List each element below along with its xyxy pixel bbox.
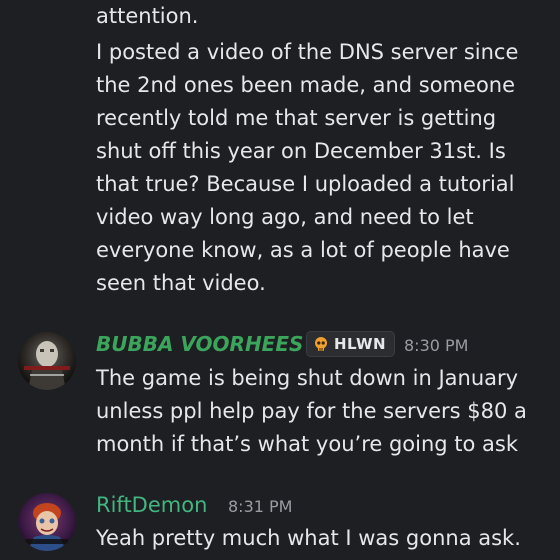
message-text-line: unless ppl help pay for the servers $80 … [96, 399, 527, 423]
timestamp: 8:31 PM [228, 497, 293, 516]
message-text-line: everyone know, as a lot of people have [96, 238, 510, 262]
message-text-line: attention. [96, 4, 199, 28]
user-avatar[interactable] [18, 332, 76, 390]
message-text-line: Yeah pretty much what I was gonna ask. [96, 526, 521, 550]
message-text-line: month if that’s what you’re going to ask [96, 432, 519, 456]
message-text-line: that true? Because I uploaded a tutorial [96, 172, 515, 196]
message-text-line: seen that video. [96, 271, 266, 295]
message-text-line: recently told me that server is getting [96, 106, 497, 130]
message-text-line: video way long ago, and need to let [96, 205, 474, 229]
tag-label: HLWN [334, 335, 387, 353]
message-text-line: The game is being shut down in January [96, 366, 519, 390]
message-text-line: shut off this year on December 31st. Is [96, 139, 506, 163]
chat-message-list: attention. I posted a video of the DNS s… [0, 0, 560, 560]
user-avatar[interactable] [18, 493, 76, 551]
timestamp: 8:30 PM [404, 336, 469, 355]
message-text-line: the 2nd ones been made, and someone [96, 73, 516, 97]
user-tag-badge[interactable]: HLWN [306, 331, 396, 357]
username[interactable]: RiftDemon [96, 493, 207, 517]
message-text-line: I posted a video of the DNS server since [96, 40, 519, 64]
skull-icon [313, 336, 329, 352]
username[interactable]: BUBBA VOORHEES [96, 332, 303, 356]
